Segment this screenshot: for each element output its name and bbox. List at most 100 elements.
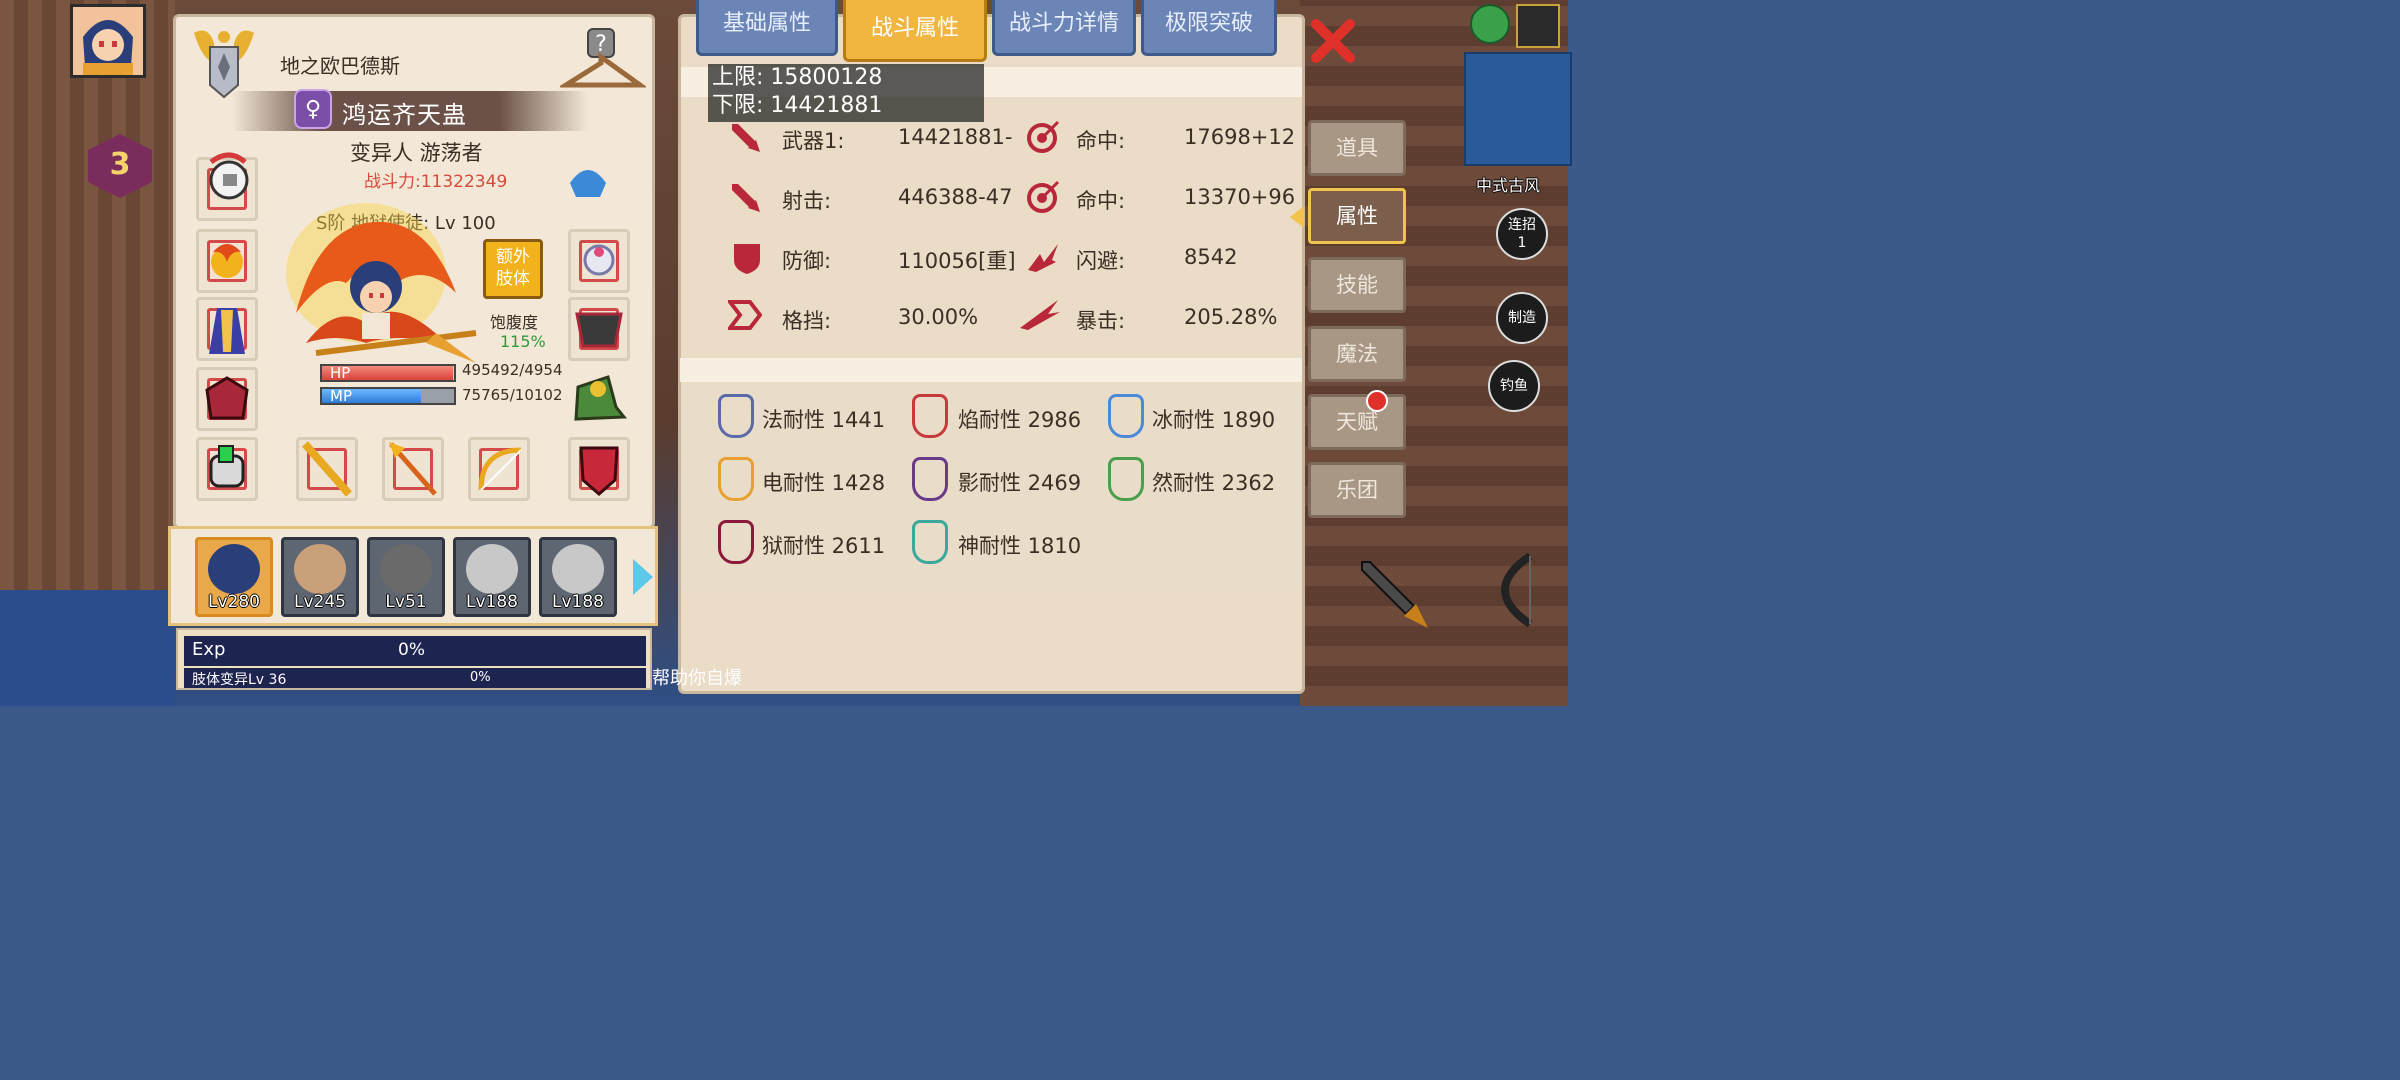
limb-mutation-bar: 肢体变异Lv 36 0% <box>184 668 646 688</box>
menu-magic[interactable]: 魔法 <box>1308 326 1406 382</box>
character-name: 地之欧巴德斯 <box>280 54 400 78</box>
green-boots-icon <box>574 375 628 421</box>
tab-basic-attributes[interactable]: 基础属性 <box>696 0 838 56</box>
party-member-5[interactable]: Lv188 <box>539 537 617 617</box>
crit-value: 205.28% <box>1184 305 1278 329</box>
party-bar: Lv280 Lv245 Lv51 Lv188 Lv188 <box>168 526 658 626</box>
shoot-label: 射击: <box>782 189 832 213</box>
weapon1-label: 武器1: <box>782 129 845 153</box>
shadow-resist-icon <box>912 457 948 501</box>
menu-pointer-icon <box>1290 206 1304 228</box>
avatar <box>208 544 260 594</box>
extra-limb-button[interactable]: 额外 肢体 <box>483 239 543 299</box>
bow-weapon-icon[interactable] <box>1470 550 1550 630</box>
tab-power-details[interactable]: 战斗力详情 <box>992 0 1136 56</box>
equip-slot-device[interactable] <box>196 437 258 501</box>
target-icon <box>1027 120 1060 153</box>
tab-combat-attributes[interactable]: 战斗属性 <box>843 0 987 62</box>
globe-icon[interactable] <box>1470 4 1510 44</box>
gender-female-icon: ♀ <box>294 89 332 129</box>
menu-band[interactable]: 乐团 <box>1308 462 1406 518</box>
party-member-2[interactable]: Lv245 <box>281 537 359 617</box>
map-name: 中式古风 <box>1476 176 1541 195</box>
hell-resist-icon <box>718 520 754 564</box>
chat-message: 帮助你自爆 <box>652 668 742 689</box>
equip-slot-weapon-1[interactable] <box>296 437 358 501</box>
resist-ice: 冰耐性 1890 <box>1152 408 1276 432</box>
craft-button[interactable]: 制造 <box>1496 292 1548 344</box>
party-member-level: Lv280 <box>208 592 260 612</box>
equip-slot-helmet[interactable] <box>196 152 258 221</box>
party-member-level: Lv188 <box>466 592 518 612</box>
satiety-value: 115% <box>500 332 546 351</box>
resist-hell: 狱耐性 2611 <box>762 534 886 558</box>
mp-bar: MP <box>320 387 456 405</box>
limb-mutation-value: 0% <box>470 670 491 685</box>
divine-resist-icon <box>912 520 948 564</box>
tab-limit-break[interactable]: 极限突破 <box>1141 0 1277 56</box>
hit1-value: 17698+12 <box>1184 125 1296 149</box>
menu-items[interactable]: 道具 <box>1308 120 1406 176</box>
block-icon <box>728 300 762 330</box>
fishing-button[interactable]: 钓鱼 <box>1488 360 1540 412</box>
block-value: 30.00% <box>898 305 979 329</box>
magic-resist-icon <box>718 394 754 438</box>
avatar-icon <box>83 20 133 75</box>
resist-fire: 焰耐性 2986 <box>958 408 1082 432</box>
water-area <box>0 590 175 706</box>
dodge-value: 8542 <box>1184 245 1238 269</box>
equip-slot-belt[interactable] <box>568 297 630 361</box>
spear-icon <box>389 442 437 496</box>
minimap[interactable] <box>1464 52 1572 166</box>
resist-magic: 法耐性 1441 <box>762 408 886 432</box>
satiety-label: 饱腹度 <box>490 313 539 332</box>
resist-lightning: 电耐性 1428 <box>762 471 886 495</box>
menu-attributes[interactable]: 属性 <box>1308 188 1406 244</box>
dodge-label: 闪避: <box>1076 249 1126 273</box>
white-ring-icon <box>583 244 615 276</box>
menu-talent[interactable]: 天赋 <box>1308 394 1406 450</box>
equip-slot-gloves[interactable] <box>196 367 258 431</box>
character-panel: 地之欧巴德斯 ? ♀ 鸿运齐天蛊 变异人 游荡者 战斗力:11322349 S阶… <box>173 14 655 529</box>
close-icon[interactable] <box>1310 18 1356 64</box>
equip-slot-offhand[interactable] <box>568 437 630 501</box>
limb-mutation-label: 肢体变异Lv 36 <box>192 672 287 688</box>
mp-value: 75765/10102 <box>462 386 563 404</box>
party-member-1[interactable]: Lv280 <box>195 537 273 617</box>
section-divider <box>680 358 1302 382</box>
sword-weapon-icon[interactable] <box>1356 556 1436 636</box>
equip-slot-amulet[interactable] <box>196 229 258 293</box>
hit1-label: 命中: <box>1076 129 1126 153</box>
exit-icon[interactable] <box>1516 4 1560 48</box>
hit2-label: 命中: <box>1076 189 1126 213</box>
equip-slot-ring[interactable] <box>568 229 630 293</box>
party-member-3[interactable]: Lv51 <box>367 537 445 617</box>
damage-range-tooltip: 上限: 15800128 下限: 14421881 <box>708 64 984 122</box>
party-next-arrow-icon[interactable] <box>633 559 653 595</box>
resist-nature: 然耐性 2362 <box>1152 471 1276 495</box>
shield-icon <box>734 244 760 274</box>
menu-skills[interactable]: 技能 <box>1308 257 1406 313</box>
party-member-level: Lv245 <box>294 592 346 612</box>
tooltip-upper: 上限: 15800128 <box>712 65 883 90</box>
combo-button[interactable]: 连招 1 <box>1496 208 1548 260</box>
equip-slot-armor[interactable] <box>196 297 258 361</box>
green-device-icon <box>209 445 245 488</box>
red-gauntlet-icon <box>205 376 249 420</box>
party-member-level: Lv188 <box>552 592 604 612</box>
robot-head-icon <box>209 152 249 200</box>
exp-panel: Exp 0% 肢体变异Lv 36 0% <box>176 628 652 690</box>
equip-slot-weapon-2[interactable] <box>382 437 444 501</box>
player-portrait[interactable] <box>70 4 146 78</box>
avatar <box>466 544 518 594</box>
equip-slot-boots[interactable] <box>568 367 630 431</box>
wardrobe-hanger-icon[interactable]: ? <box>560 27 646 97</box>
equip-slot-weapon-3[interactable] <box>468 437 530 501</box>
exp-value: 0% <box>398 640 425 660</box>
equip-slot-crest[interactable] <box>564 153 612 211</box>
extra-limb-label-1: 额外 <box>496 247 530 267</box>
hit2-value: 13370+96 <box>1184 185 1296 209</box>
golden-staff-icon <box>301 441 353 497</box>
notification-dot <box>1366 390 1388 412</box>
party-member-4[interactable]: Lv188 <box>453 537 531 617</box>
